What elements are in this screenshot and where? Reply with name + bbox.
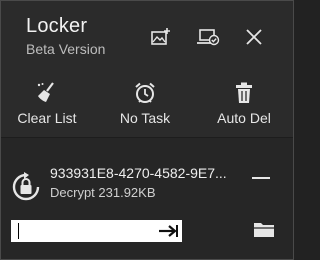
remove-task-button[interactable]: [250, 174, 274, 182]
close-button[interactable]: [240, 23, 268, 51]
laptop-check-button[interactable]: [194, 23, 222, 51]
close-icon: [246, 29, 262, 45]
trash-icon: [232, 81, 256, 105]
auto-del-button[interactable]: Auto Del: [212, 81, 276, 135]
clear-list-label: Clear List: [17, 110, 77, 126]
add-image-icon: [151, 28, 170, 45]
app-subtitle: Beta Version: [26, 41, 106, 57]
arrow-right-icon: [159, 225, 178, 237]
no-task-label: No Task: [119, 110, 171, 126]
folder-icon: [254, 223, 274, 237]
auto-del-label: Auto Del: [217, 110, 271, 126]
add-image-button[interactable]: [147, 23, 175, 51]
app-title: Locker: [26, 15, 88, 37]
submit-password-button[interactable]: [154, 220, 182, 242]
browse-folder-button[interactable]: [252, 218, 276, 240]
alarm-clock-icon: [133, 81, 157, 105]
laptop-check-icon: [197, 29, 220, 46]
task-item: 933931E8-4270-4582-9E7... Decrypt 231.92…: [1, 138, 293, 259]
task-name: 933931E8-4270-4582-9E7...: [50, 165, 227, 181]
task-status: Decrypt 231.92KB: [50, 185, 156, 200]
clear-list-button[interactable]: Clear List: [15, 81, 79, 135]
password-input[interactable]: [11, 220, 154, 242]
locker-window: Locker Beta Version Clear List No Task A…: [0, 0, 294, 260]
title-bar: Locker Beta Version: [1, 1, 293, 71]
lock-refresh-icon: [12, 172, 40, 201]
text-caret: [18, 223, 19, 239]
toolbar: Clear List No Task Auto Del: [1, 71, 293, 138]
broom-icon: [35, 81, 59, 105]
no-task-button[interactable]: No Task: [115, 81, 175, 135]
